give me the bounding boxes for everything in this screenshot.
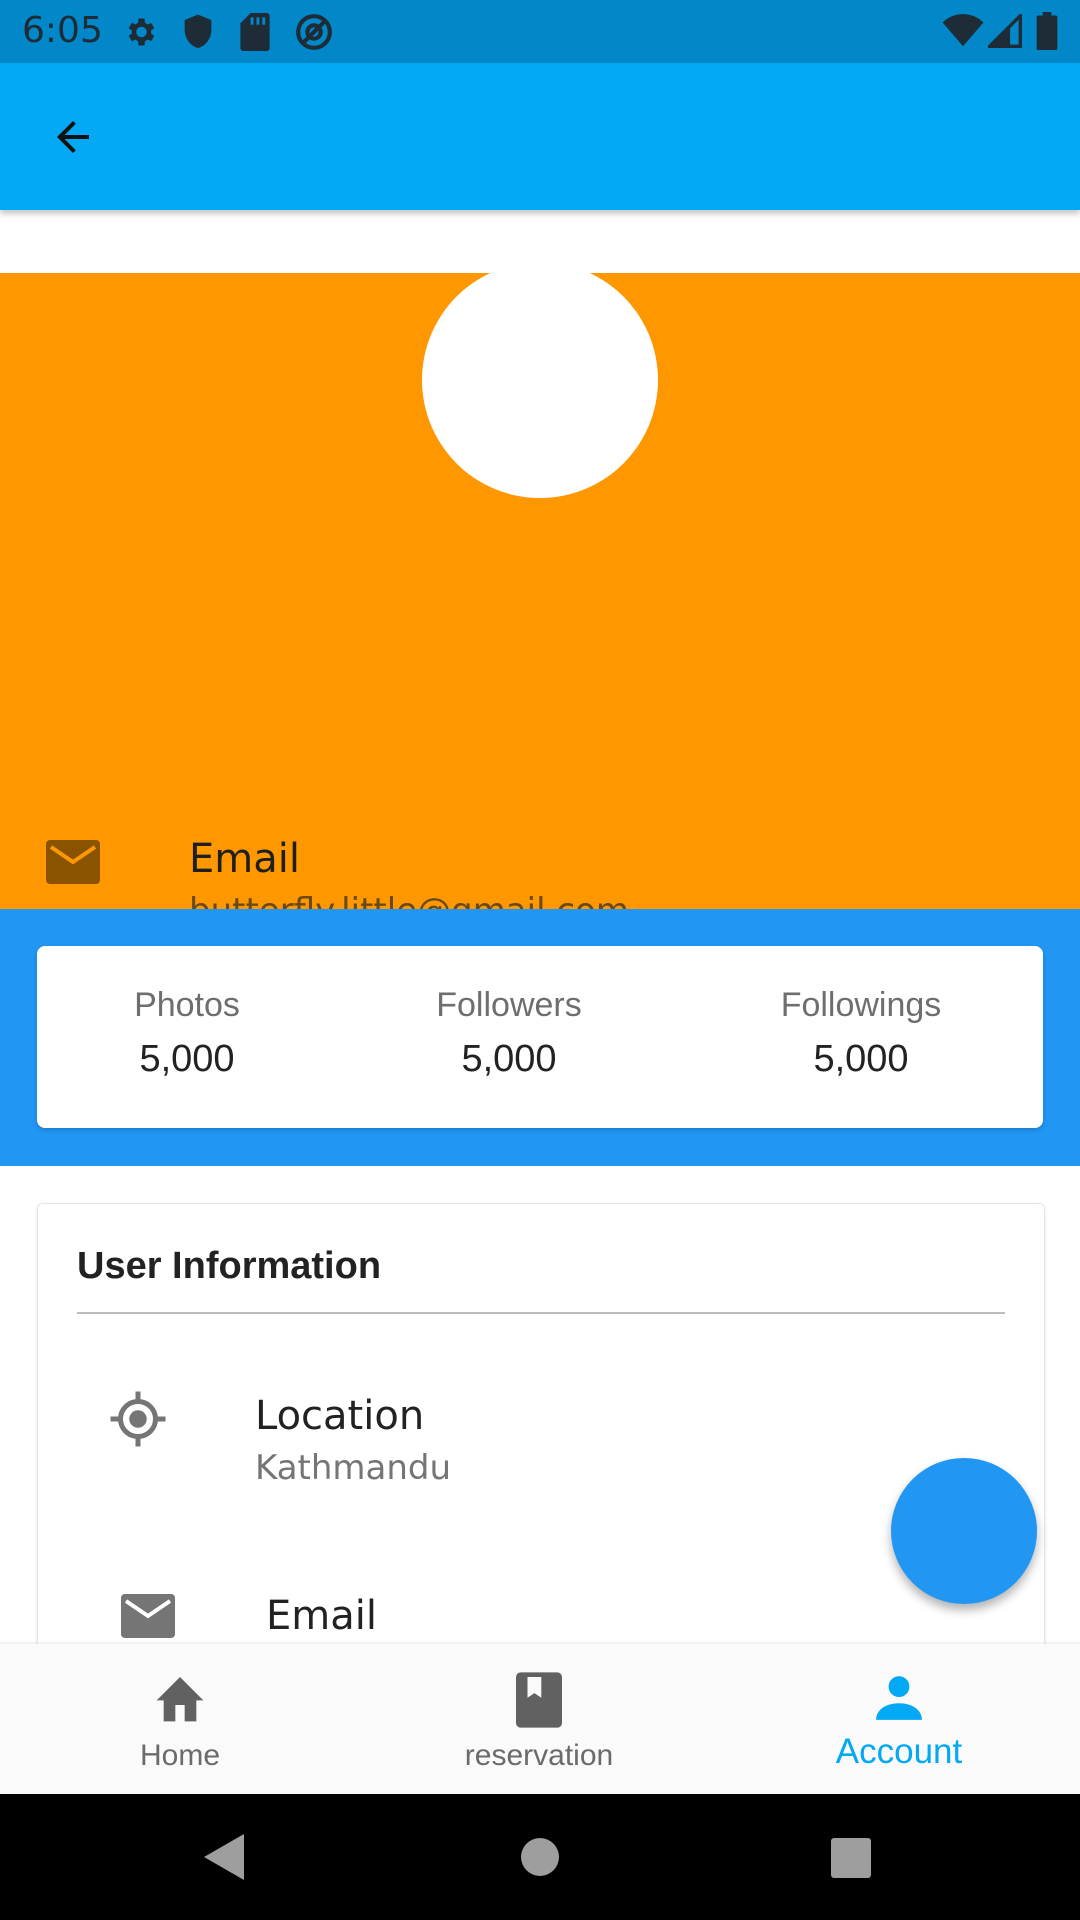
user-information-card: User Information Location Kathmandu Emai…: [37, 1203, 1045, 1665]
home-icon: [156, 1677, 204, 1722]
stat-label: Photos: [134, 986, 240, 1024]
system-recents-icon[interactable]: [831, 1838, 871, 1878]
stat-label: Followings: [780, 986, 942, 1024]
floating-action-button[interactable]: [891, 1458, 1037, 1604]
shield-icon: [184, 14, 212, 48]
system-back-icon[interactable]: [204, 1834, 244, 1880]
user-information-title: User Information: [77, 1245, 382, 1287]
location-value: Kathmandu: [255, 1448, 452, 1488]
stat-label: Followers: [436, 986, 582, 1024]
nav-item-reservation[interactable]: reservation: [389, 1644, 689, 1794]
location-label: Location: [255, 1393, 425, 1439]
person-icon: [876, 1676, 922, 1720]
at-sign-icon: [296, 14, 332, 50]
divider: [77, 1312, 1005, 1314]
email-icon: [121, 1594, 175, 1638]
back-button[interactable]: [38, 109, 108, 165]
nav-label-reservation: reservation: [464, 1739, 614, 1772]
system-navigation-bar: [0, 1794, 1080, 1920]
nav-label-account: Account: [835, 1732, 963, 1771]
settings-icon: [128, 18, 155, 46]
app-bar: [0, 63, 1080, 210]
nav-item-account[interactable]: Account: [749, 1644, 1049, 1794]
book-icon: [516, 1672, 562, 1728]
signal-icon: [988, 14, 1022, 48]
stat-followers[interactable]: Followers 5,000: [379, 982, 639, 1086]
battery-icon: [1036, 12, 1058, 50]
status-time: 6:05: [22, 10, 103, 51]
nav-label-home: Home: [139, 1739, 221, 1772]
stats-card: Photos 5,000 Followers 5,000 Followings …: [37, 946, 1043, 1128]
status-bar: 6:05: [0, 0, 1080, 63]
arrow-back-icon: [57, 121, 89, 153]
bottom-navigation: Home reservation Account: [0, 1644, 1080, 1794]
wifi-icon: [942, 14, 984, 47]
profile-avatar[interactable]: [422, 262, 658, 498]
sd-card-icon: [240, 13, 270, 51]
stat-value: 5,000: [813, 1038, 909, 1080]
stat-value: 5,000: [139, 1038, 235, 1080]
stat-photos[interactable]: Photos 5,000: [57, 982, 317, 1086]
nav-item-home[interactable]: Home: [30, 1644, 330, 1794]
email-icon: [46, 840, 100, 884]
info-email-label: Email: [266, 1593, 377, 1639]
system-home-icon[interactable]: [521, 1838, 559, 1876]
stats-section: Photos 5,000 Followers 5,000 Followings …: [0, 909, 1080, 1166]
location-icon: [110, 1391, 166, 1447]
stat-value: 5,000: [461, 1038, 557, 1080]
header-email-label: Email: [189, 836, 300, 882]
stat-followings[interactable]: Followings 5,000: [731, 982, 991, 1086]
